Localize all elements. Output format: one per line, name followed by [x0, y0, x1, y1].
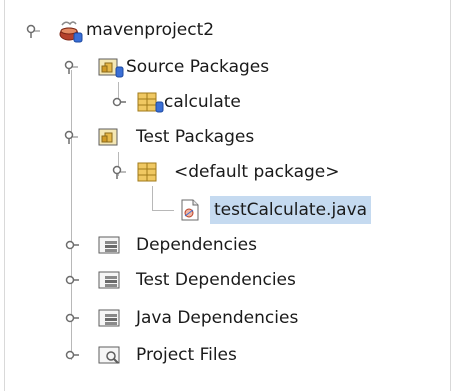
tree-node-dependencies[interactable]: Dependencies [65, 230, 261, 260]
tree-node-label: <default package> [174, 162, 340, 182]
tree-node-label: mavenproject2 [86, 20, 215, 40]
tree-node-label: calculate [164, 92, 241, 112]
tree-node-label: Project Files [136, 345, 237, 365]
java-file-icon [178, 199, 202, 221]
collapse-toggle-icon[interactable] [65, 311, 79, 325]
tree-node-java-dependencies[interactable]: Java Dependencies [65, 303, 302, 333]
expand-toggle-icon[interactable] [64, 130, 78, 144]
collapse-toggle-icon[interactable] [65, 273, 79, 287]
package-icon [136, 91, 164, 113]
project-tree[interactable]: mavenproject2 Source Packages calculate … [0, 0, 452, 391]
tree-node-source-packages[interactable]: Source Packages [64, 52, 273, 82]
tree-node-test-calculate-java[interactable]: testCalculate.java [178, 195, 372, 225]
tree-node-root[interactable]: mavenproject2 [26, 15, 218, 45]
package-icon [136, 161, 160, 183]
tree-node-label: Test Dependencies [136, 270, 296, 290]
expand-toggle-icon[interactable] [26, 24, 40, 38]
expand-toggle-icon[interactable] [64, 60, 78, 74]
tree-guide-line [152, 186, 153, 210]
collapse-toggle-icon[interactable] [112, 95, 126, 109]
tree-guide-line [152, 210, 174, 211]
library-icon [98, 234, 122, 256]
tree-node-label: testCalculate.java [210, 196, 372, 224]
library-icon [98, 269, 122, 291]
project-files-icon [98, 344, 122, 366]
tree-node-calculate[interactable]: calculate [112, 87, 245, 117]
collapse-toggle-icon[interactable] [65, 348, 79, 362]
tree-node-label: Source Packages [126, 57, 270, 77]
maven-project-icon [58, 19, 83, 43]
tree-node-label: Test Packages [136, 127, 255, 147]
tree-node-project-files[interactable]: Project Files [65, 340, 241, 370]
tree-node-default-package[interactable]: <default package> [112, 157, 343, 187]
test-packages-icon [98, 126, 122, 148]
collapse-toggle-icon[interactable] [65, 238, 79, 252]
tree-node-test-packages[interactable]: Test Packages [64, 122, 258, 152]
source-packages-icon [98, 56, 124, 78]
expand-toggle-icon[interactable] [112, 165, 126, 179]
tree-node-label: Dependencies [136, 235, 257, 255]
tree-node-label: Java Dependencies [136, 308, 299, 328]
library-icon [98, 307, 122, 329]
tree-node-test-dependencies[interactable]: Test Dependencies [65, 265, 300, 295]
